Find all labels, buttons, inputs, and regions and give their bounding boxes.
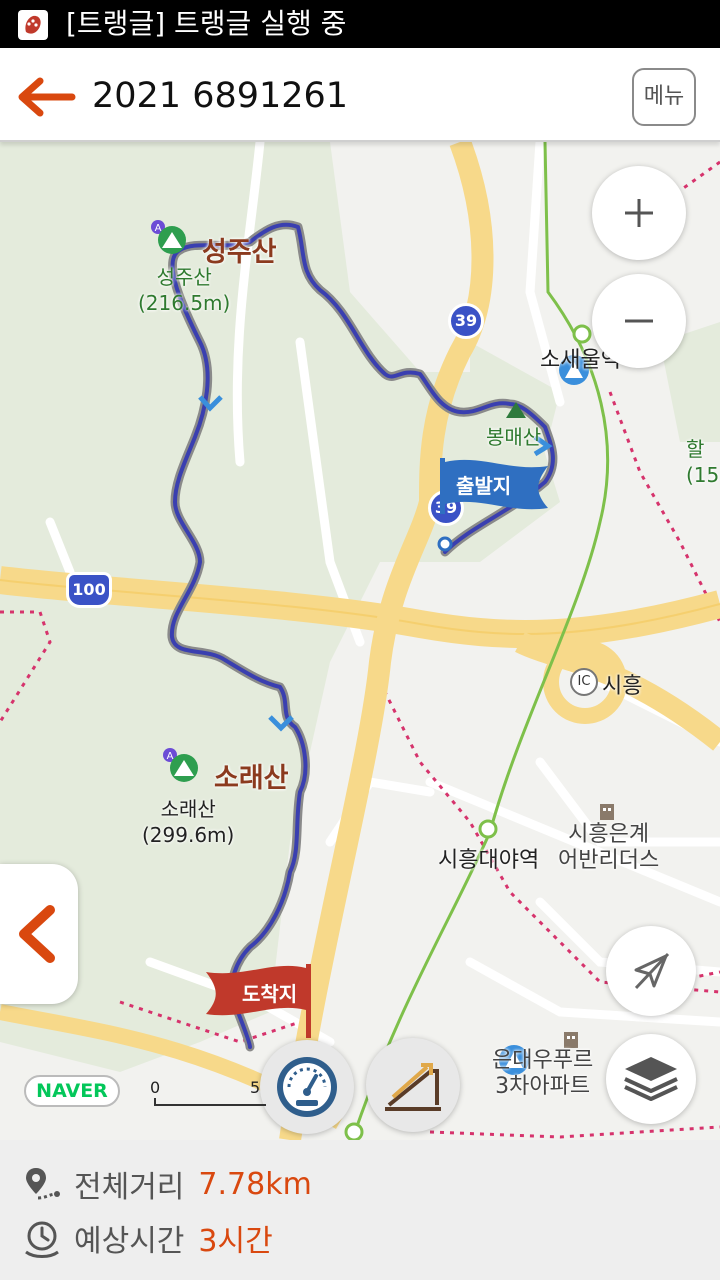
peak-label-soraesan: 소래산: [214, 763, 289, 794]
small-peak-icon: [506, 402, 526, 418]
scale-zero: 0: [150, 1078, 161, 1097]
collapse-panel-button[interactable]: [0, 864, 78, 1004]
building-icon: [564, 1032, 578, 1048]
distance-label: 전체거리: [74, 1170, 185, 1205]
elevation-graph-icon: [385, 1063, 441, 1111]
speedometer-icon: [277, 1057, 337, 1117]
route-info-panel: 전체거리 7.78km 예상시간 3시간: [0, 1140, 720, 1280]
time-label: 예상시간: [74, 1224, 185, 1259]
route-pin-icon: [26, 1168, 60, 1200]
mountain-peak-icon: A: [151, 220, 186, 254]
zoom-in-button[interactable]: [592, 166, 686, 260]
place-bongmaesan: 봉매산: [486, 425, 542, 449]
status-text: [트랭글] 트랭글 실행 중: [66, 7, 347, 40]
speedometer-button[interactable]: [260, 1040, 354, 1134]
compass-off-icon: [634, 952, 670, 990]
time-row: 예상시간 3시간: [22, 1218, 273, 1259]
time-value: 3시간: [198, 1224, 273, 1259]
arrow-left-icon: [18, 77, 76, 117]
place-hal: 할(151: [686, 437, 720, 487]
distance-value: 7.78km: [198, 1166, 312, 1202]
place-siheung-daeya-station: 시흥대야역: [438, 848, 540, 873]
chevron-left-icon: [19, 905, 55, 963]
end-flag-label: 도착지: [242, 982, 298, 1006]
compass-button[interactable]: [606, 926, 696, 1016]
place-siheung-eungye: 시흥은계 어반리더스: [558, 822, 660, 873]
minus-icon: [625, 319, 653, 323]
layers-icon: [624, 1057, 678, 1101]
road-39-badge: 39: [448, 303, 484, 339]
shoe-print-icon: [18, 10, 48, 40]
layers-button[interactable]: [606, 1034, 696, 1124]
end-flag: 도착지: [204, 964, 312, 1038]
naver-logo: NAVER: [24, 1075, 120, 1107]
ic-badge: IC: [570, 668, 598, 696]
app-bar: 2021 6891261 메뉴: [0, 48, 720, 142]
page-title: 2021 6891261: [92, 76, 349, 116]
status-bar: [트랭글] 트랭글 실행 중: [0, 0, 720, 48]
peak-name-soraesan: 소래산 (299.6m): [142, 797, 235, 847]
mountain-peak-icon: A: [163, 748, 198, 782]
start-flag: 출발지: [440, 458, 552, 514]
back-button[interactable]: [14, 72, 76, 122]
peak-name-seongjusan: 성주산 (216.5m): [138, 265, 231, 315]
plus-icon: [625, 199, 653, 227]
elevation-graph-button[interactable]: [366, 1038, 460, 1132]
place-daewoo-apt: 은대우푸르 3차아파트: [492, 1048, 594, 1099]
highway-100-badge: 100: [66, 572, 112, 608]
menu-button[interactable]: 메뉴: [632, 68, 696, 126]
zoom-out-button[interactable]: [592, 274, 686, 368]
map-view[interactable]: 39 39 100 A 성주산 성주산 (216.5m) A 소래산 소래산 (29…: [0, 142, 720, 1140]
clock-icon: [25, 1221, 59, 1258]
scale-five: 5: [250, 1078, 261, 1097]
start-flag-label: 출발지: [456, 474, 512, 498]
distance-row: 전체거리 7.78km: [22, 1164, 312, 1205]
building-icon: [600, 804, 614, 820]
place-siheung-ic: 시흥: [602, 674, 643, 699]
map-scale: 0 5: [150, 1078, 270, 1108]
